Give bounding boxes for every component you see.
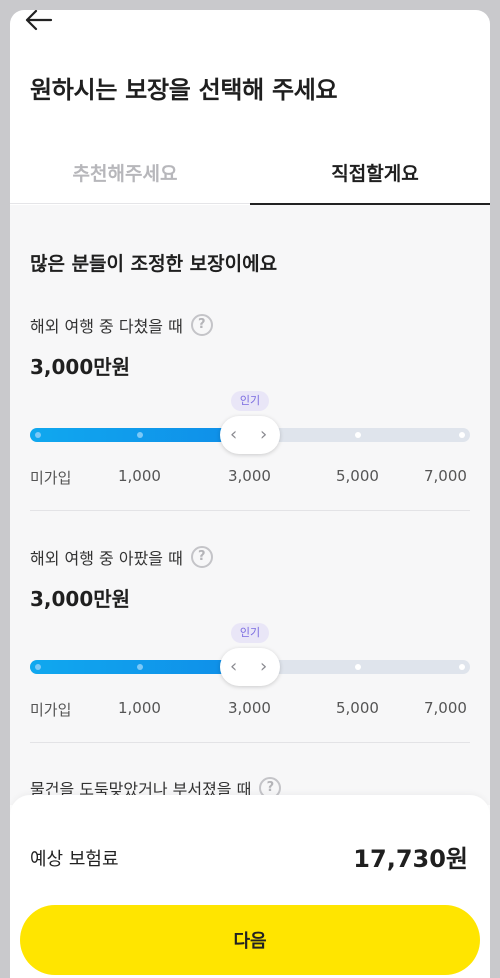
divider	[30, 742, 470, 743]
slider-handle[interactable]: ‹ ›	[220, 648, 280, 686]
chevron-right-icon: ›	[260, 424, 268, 445]
slider-handle[interactable]: ‹ ›	[220, 416, 280, 454]
popular-badge: 인기	[231, 391, 269, 411]
tab-custom[interactable]: 직접할게요	[250, 148, 490, 206]
arrow-left-icon[interactable]	[24, 10, 54, 32]
slider-stop	[137, 432, 143, 438]
bottom-sheet: 원하시는 보장을 선택해 주세요 추천해주세요 직접할게요 많은 분들이 조정한…	[10, 10, 490, 978]
slider-stop	[355, 432, 361, 438]
tick-label: 3,000	[228, 467, 271, 485]
coverage-list: 많은 분들이 조정한 보장이에요 해외 여행 중 다쳤을 때 ? 3,000만원…	[10, 205, 490, 805]
tick-label: 1,000	[118, 699, 161, 717]
divider	[30, 510, 470, 511]
popular-badge: 인기	[231, 623, 269, 643]
chevron-right-icon: ›	[260, 656, 268, 677]
slider-stop	[35, 664, 41, 670]
coverage-label: 해외 여행 중 아팠을 때 ?	[30, 545, 213, 569]
coverage-label-text: 해외 여행 중 다쳤을 때	[30, 317, 183, 336]
coverage-injury: 해외 여행 중 다쳤을 때 ? 3,000만원 인기 ‹ › 미가입 1,000…	[10, 313, 490, 533]
tick-label: 3,000	[228, 699, 271, 717]
premium-label: 예상 보험료	[30, 849, 119, 870]
slider-stop	[459, 664, 465, 670]
tick-label: 5,000	[336, 699, 379, 717]
tab-bar: 추천해주세요 직접할게요	[10, 148, 490, 206]
slider-stop	[459, 432, 465, 438]
question-icon[interactable]: ?	[190, 546, 213, 568]
next-button[interactable]: 다음	[20, 905, 480, 975]
coverage-value: 3,000만원	[30, 355, 131, 379]
section-title: 많은 분들이 조정한 보장이에요	[30, 253, 278, 275]
tick-label: 미가입	[30, 469, 72, 487]
tick-label: 5,000	[336, 467, 379, 485]
slider-ticks: 미가입 1,000 3,000 5,000 7,000	[30, 699, 470, 719]
coverage-label-text: 해외 여행 중 아팠을 때	[30, 549, 183, 568]
chevron-left-icon: ‹	[230, 424, 238, 445]
question-icon[interactable]: ?	[190, 314, 213, 336]
slider-stop	[137, 664, 143, 670]
premium-value: 17,730원	[353, 845, 468, 873]
coverage-illness: 해외 여행 중 아팠을 때 ? 3,000만원 인기 ‹ › 미가입 1,000…	[10, 545, 490, 765]
chevron-left-icon: ‹	[230, 656, 238, 677]
page-title: 원하시는 보장을 선택해 주세요	[30, 76, 338, 104]
tick-label: 7,000	[424, 467, 467, 485]
tab-recommend[interactable]: 추천해주세요	[10, 148, 250, 204]
slider-stop	[355, 664, 361, 670]
tick-label: 7,000	[424, 699, 467, 717]
tick-label: 미가입	[30, 701, 72, 719]
tick-label: 1,000	[118, 467, 161, 485]
coverage-value: 3,000만원	[30, 587, 131, 611]
coverage-label: 해외 여행 중 다쳤을 때 ?	[30, 313, 213, 337]
premium-footer: 예상 보험료 17,730원 다음	[10, 795, 490, 978]
slider-ticks: 미가입 1,000 3,000 5,000 7,000	[30, 467, 470, 487]
slider-stop	[35, 432, 41, 438]
